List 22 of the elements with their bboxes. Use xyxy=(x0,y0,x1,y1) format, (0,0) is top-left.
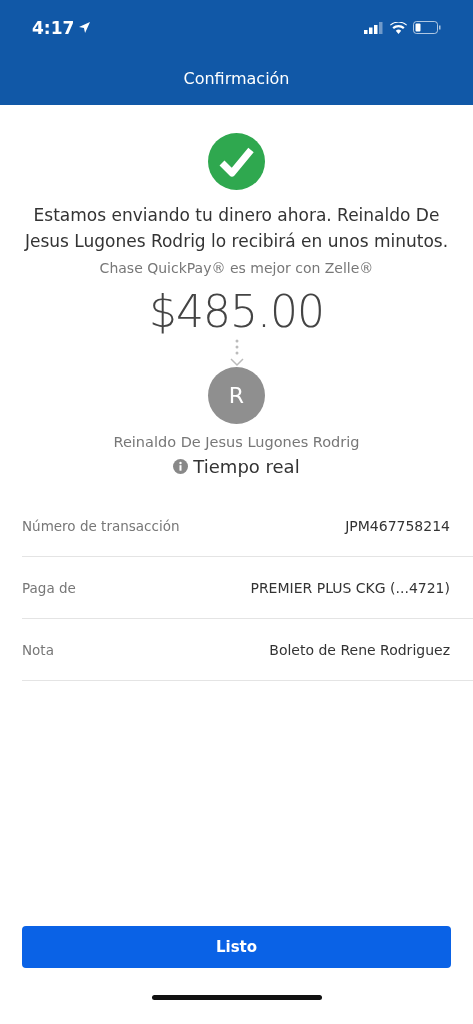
wifi-icon xyxy=(390,21,407,34)
confirmation-message: Estamos enviando tu dinero ahora. Reinaldo De Jesus Lugones Rodrig lo recibirá en unos minutos. xyxy=(23,204,450,253)
detail-value: Boleto de Rene Rodriguez xyxy=(269,641,450,658)
info-icon xyxy=(173,459,189,474)
location-arrow-icon xyxy=(79,22,91,33)
recipient-avatar: R xyxy=(208,367,265,424)
tagline: Chase QuickPay® es mejor con Zelle® xyxy=(99,260,374,276)
recipient-name: Reinaldo De Jesus Lugones Rodrig xyxy=(113,434,360,450)
detail-label: Número de transacción xyxy=(22,517,180,534)
amount: $485.00 xyxy=(149,286,324,337)
screen-title: Confirmación xyxy=(182,67,291,90)
detail-value: JPM467758214 xyxy=(345,517,450,534)
signal-icon xyxy=(364,21,384,34)
detail-value: PREMIER PLUS CKG (...4721) xyxy=(250,579,450,596)
detail-label: Nota xyxy=(22,641,54,658)
battery-icon xyxy=(413,21,441,34)
speed-label: Tiempo real xyxy=(193,456,300,477)
success-check-icon xyxy=(208,133,265,190)
done-button[interactable]: Listo xyxy=(22,926,451,968)
dotted-arrow-icon xyxy=(229,339,244,367)
detail-label: Paga de xyxy=(22,579,76,596)
status-time: 4:17 xyxy=(32,17,75,38)
